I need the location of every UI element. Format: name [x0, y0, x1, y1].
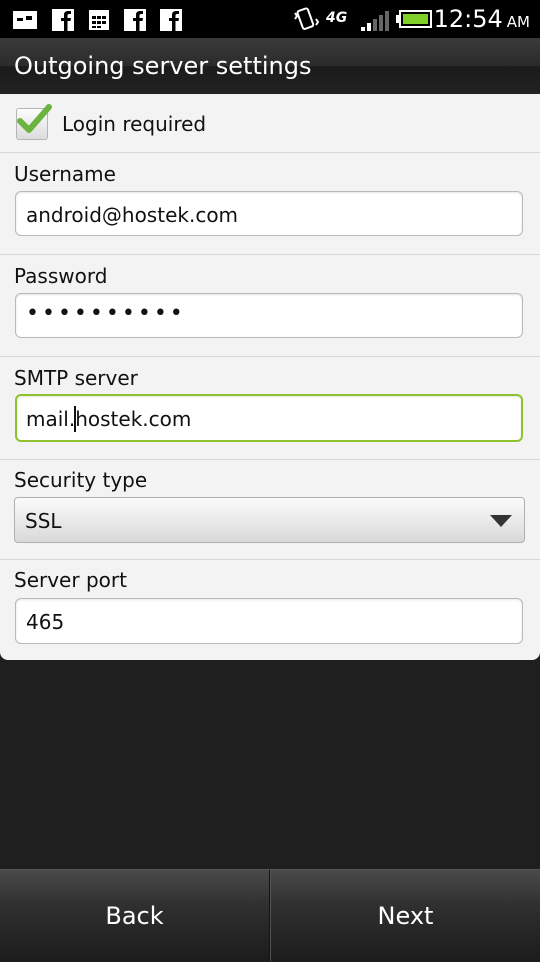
password-row: Password ••••••••••	[0, 255, 540, 357]
security-type-value: SSL	[25, 509, 62, 533]
page-title: Outgoing server settings	[14, 52, 312, 80]
title-bar: Outgoing server settings	[0, 38, 540, 95]
network-type: 4G	[326, 10, 348, 26]
smtp-server-row: SMTP server mail.hostek.com	[0, 357, 540, 460]
message-icon	[13, 11, 37, 29]
login-required-checkbox[interactable]	[16, 104, 52, 140]
server-port-field[interactable]: 465	[15, 598, 523, 644]
security-type-label: Security type	[14, 468, 148, 492]
username-value: android@hostek.com	[26, 203, 239, 227]
smtp-server-label: SMTP server	[14, 366, 138, 390]
bottom-button-bar: Back Next	[0, 869, 540, 961]
signal-icon	[361, 11, 389, 31]
clock: 12:54 AM	[433, 5, 530, 33]
username-row: Username android@hostek.com	[0, 153, 540, 255]
facebook-icon	[124, 9, 146, 31]
username-label: Username	[14, 162, 116, 186]
password-label: Password	[14, 264, 108, 288]
password-field[interactable]: ••••••••••	[15, 293, 523, 338]
status-bar: 4G 12:54 AM	[0, 0, 540, 38]
next-button[interactable]: Next	[270, 870, 540, 961]
settings-panel: Login required Username android@hostek.c…	[0, 94, 540, 660]
login-required-row[interactable]: Login required	[0, 94, 540, 153]
facebook-icon	[160, 9, 182, 31]
facebook-icon	[52, 9, 74, 31]
username-field[interactable]: android@hostek.com	[15, 191, 523, 236]
server-port-value: 465	[26, 610, 65, 634]
server-port-label: Server port	[14, 568, 127, 592]
login-required-label: Login required	[62, 112, 207, 136]
back-button[interactable]: Back	[0, 870, 270, 961]
vibrate-icon	[294, 7, 320, 30]
dropdown-arrow-icon	[490, 515, 512, 527]
password-value: ••••••••••	[26, 301, 186, 326]
security-type-dropdown[interactable]: SSL	[14, 497, 525, 543]
security-type-row: Security type SSL	[0, 460, 540, 560]
battery-icon	[396, 10, 432, 28]
server-port-row: Server port 465	[0, 560, 540, 660]
checkmark-icon	[17, 104, 52, 133]
calendar-icon	[89, 10, 109, 30]
smtp-value-before-caret: mail.	[26, 407, 76, 431]
smtp-server-field[interactable]: mail.hostek.com	[15, 394, 523, 442]
smtp-value-after-caret: hostek.com	[75, 407, 192, 431]
